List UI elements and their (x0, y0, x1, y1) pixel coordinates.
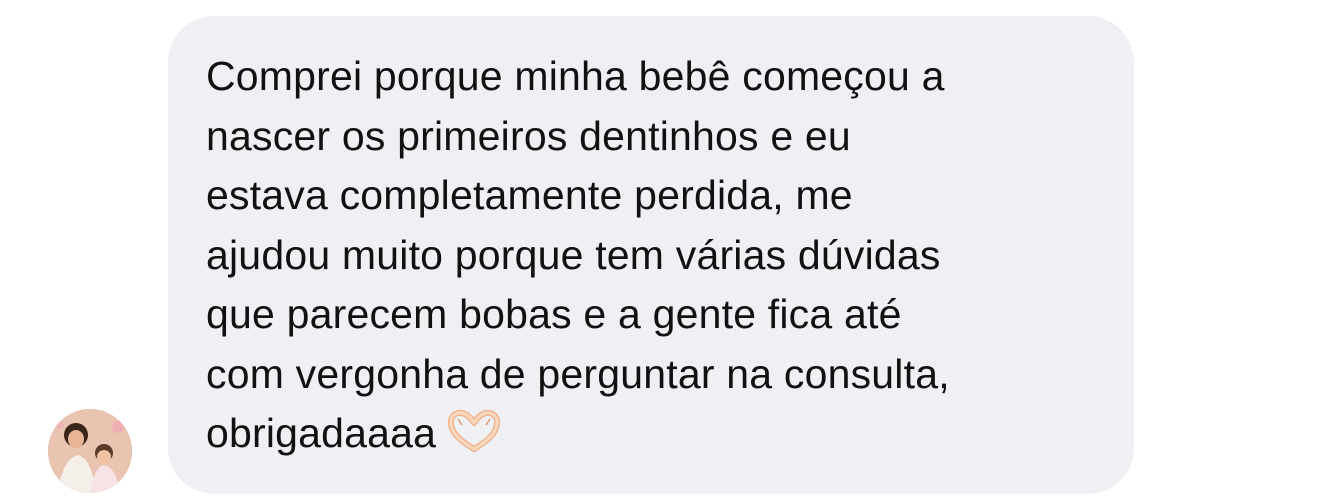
message-body: Comprei porque minha bebê começou a nasc… (206, 53, 950, 456)
heart-hands-icon (446, 409, 502, 470)
avatar-photo (48, 409, 132, 493)
message-text: Comprei porque minha bebê começou a nasc… (206, 47, 1104, 470)
avatar[interactable] (48, 409, 132, 493)
chat-thread: Comprei porque minha bebê começou a nasc… (0, 0, 1320, 499)
message-bubble[interactable]: Comprei porque minha bebê começou a nasc… (168, 16, 1134, 494)
